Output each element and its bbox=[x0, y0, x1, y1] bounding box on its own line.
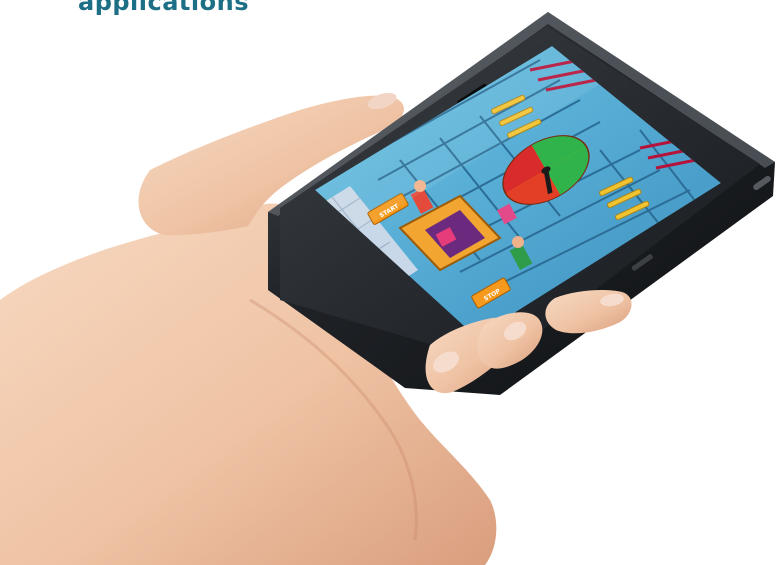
photo-scene: START STOP bbox=[0, 12, 775, 565]
